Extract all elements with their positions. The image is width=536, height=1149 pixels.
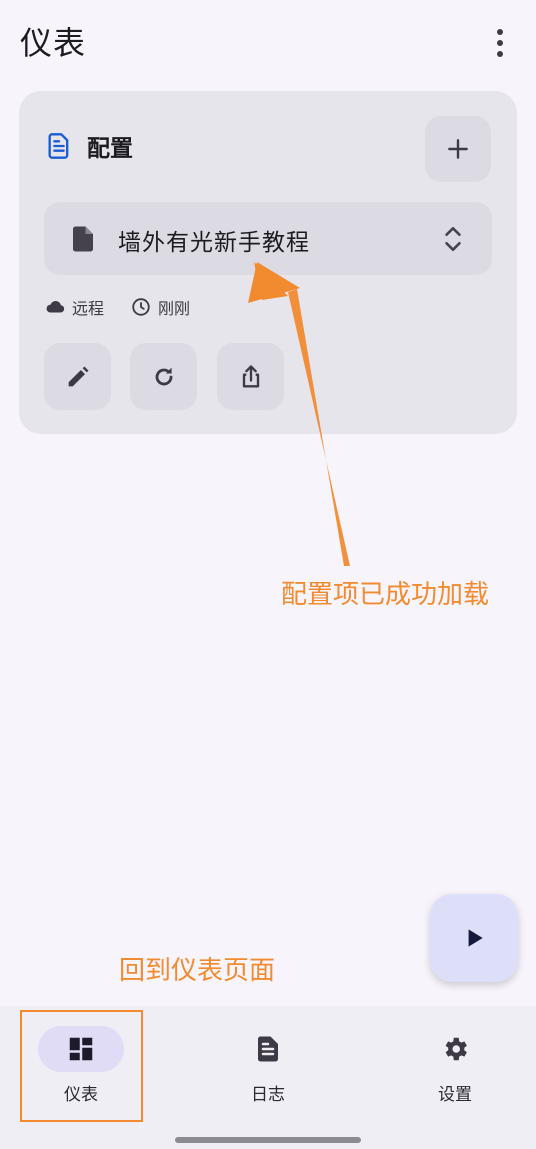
profile-selector[interactable]: 墙外有光新手教程 (44, 202, 492, 275)
unfold-icon (445, 227, 461, 251)
log-icon (258, 1036, 278, 1062)
back-annotation: 回到仪表页面 (119, 956, 276, 986)
page-title: 仪表 (20, 24, 87, 62)
gear-icon (445, 1037, 467, 1061)
profile-name: 墙外有光新手教程 (118, 230, 310, 256)
profile-type-label: 远程 (72, 299, 105, 318)
more-options-button[interactable] (482, 22, 518, 64)
more-vert-icon (497, 29, 503, 35)
nav-label-settings: 设置 (438, 1085, 472, 1105)
clock-icon (132, 298, 150, 316)
home-indicator[interactable] (175, 1137, 361, 1143)
share-icon (242, 364, 259, 387)
nav-item-settings[interactable]: 设置 (380, 1006, 530, 1121)
document-icon (48, 133, 69, 159)
cloud-icon (46, 301, 65, 313)
profile-updated-label: 刚刚 (158, 299, 191, 318)
file-icon (73, 226, 93, 252)
edit-icon (68, 366, 88, 386)
play-icon (468, 929, 483, 947)
plus-icon (448, 139, 468, 159)
app-root: 仪表 配置 墙外有光新手教程 远程 刚刚 配置项已成功加载 回到仪表页面 仪表 … (0, 0, 536, 1149)
config-card-header: 配置 (45, 129, 133, 163)
loaded-annotation: 配置项已成功加载 (281, 580, 490, 610)
profile-type: 远程 (44, 295, 104, 319)
start-button[interactable] (430, 894, 518, 982)
config-card-title: 配置 (87, 136, 133, 162)
edit-profile-button[interactable] (44, 343, 111, 410)
add-profile-button[interactable] (425, 116, 491, 182)
dashboard-highlight-box (20, 1010, 143, 1122)
refresh-icon (155, 367, 172, 385)
nav-label-logs: 日志 (251, 1085, 285, 1105)
config-card: 配置 墙外有光新手教程 远程 刚刚 (19, 91, 517, 434)
refresh-profile-button[interactable] (130, 343, 197, 410)
profile-updated: 刚刚 (130, 295, 190, 319)
nav-item-logs[interactable]: 日志 (193, 1006, 343, 1121)
share-profile-button[interactable] (217, 343, 284, 410)
profile-meta: 远程 刚刚 (44, 295, 216, 319)
